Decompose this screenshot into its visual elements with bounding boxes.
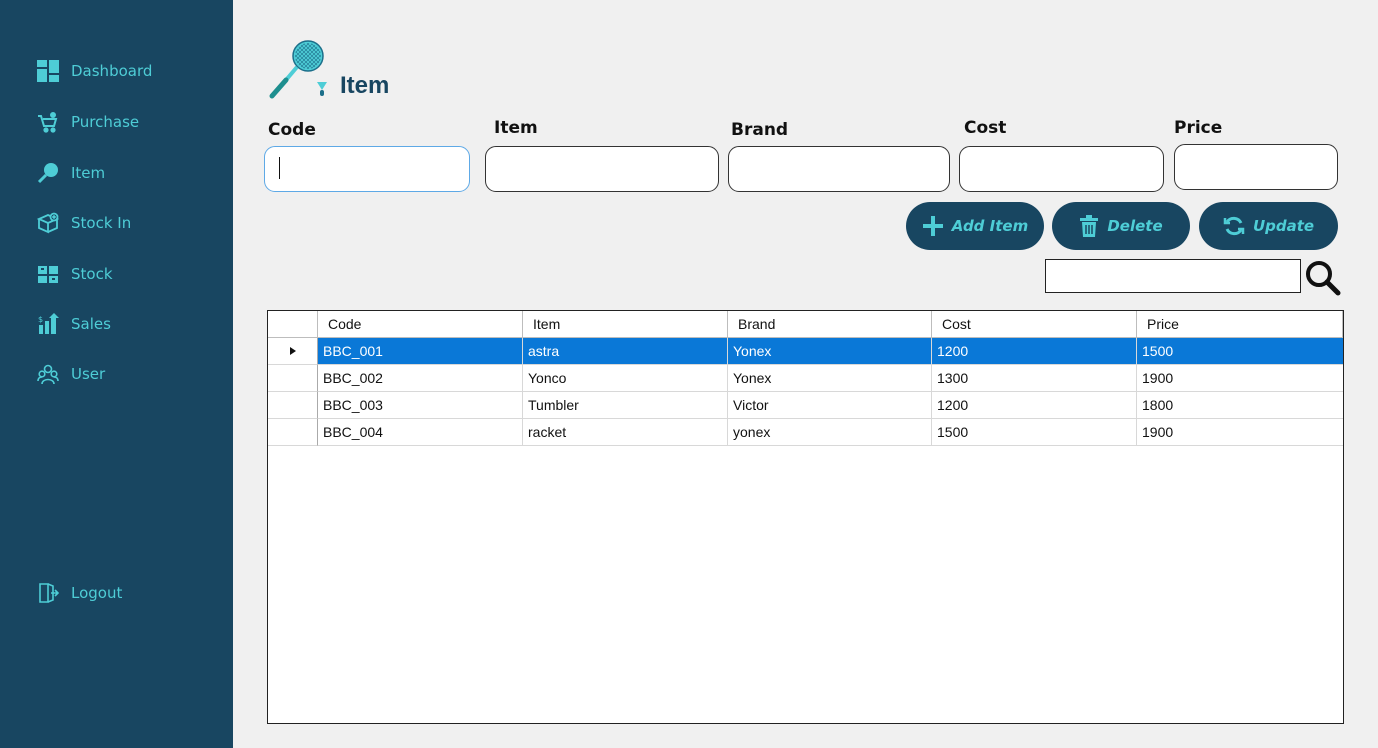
page-title: Item: [340, 72, 390, 99]
table-cell[interactable]: Tumbler: [523, 392, 728, 419]
warehouse-icon: [36, 262, 60, 286]
table-row[interactable]: BBC_001 astra Yonex 1200 1500: [268, 338, 1343, 365]
row-selector[interactable]: [268, 338, 318, 365]
trash-icon: [1079, 215, 1099, 237]
users-icon: [36, 362, 60, 386]
table-cell[interactable]: racket: [523, 419, 728, 446]
brand-label: Brand: [731, 120, 789, 140]
price-label: Price: [1174, 118, 1223, 138]
table-cell[interactable]: BBC_004: [318, 419, 523, 446]
table-cell[interactable]: Victor: [728, 392, 932, 419]
table-cell[interactable]: BBC_003: [318, 392, 523, 419]
price-field[interactable]: [1174, 144, 1338, 190]
table-cell[interactable]: 1500: [932, 419, 1137, 446]
column-header-item[interactable]: Item: [523, 311, 728, 338]
sales-chart-icon: $: [36, 312, 60, 336]
column-header-code[interactable]: Code: [318, 311, 523, 338]
table-row[interactable]: BBC_002 Yonco Yonex 1300 1900: [268, 365, 1343, 392]
table-header: Code Item Brand Cost Price: [268, 311, 1343, 338]
text-caret: [279, 157, 280, 179]
column-header-price[interactable]: Price: [1137, 311, 1343, 338]
cost-label: Cost: [964, 118, 1007, 138]
sidebar-item-label: Purchase: [71, 113, 140, 131]
racket-icon: [36, 161, 60, 185]
sidebar-item-dashboard[interactable]: Dashboard: [36, 59, 152, 83]
badminton-icon: [266, 38, 336, 106]
dashboard-icon: [36, 59, 60, 83]
table-cell[interactable]: Yonex: [728, 338, 932, 365]
cost-field[interactable]: [959, 146, 1164, 192]
code-label: Code: [268, 120, 316, 140]
box-icon: [36, 211, 60, 235]
sidebar-item-label: Stock In: [71, 214, 132, 232]
table-cell[interactable]: 1500: [1137, 338, 1343, 365]
add-item-label: Add Item: [951, 217, 1029, 235]
code-field[interactable]: [264, 146, 470, 192]
column-header-cost[interactable]: Cost: [932, 311, 1137, 338]
table-row[interactable]: BBC_003 Tumbler Victor 1200 1800: [268, 392, 1343, 419]
sidebar-item-stock-in[interactable]: Stock In: [36, 211, 131, 235]
sidebar-item-item[interactable]: Item: [36, 161, 105, 185]
logout-label: Logout: [71, 584, 123, 602]
logout-icon: [36, 581, 60, 605]
logout-button[interactable]: Logout: [36, 581, 122, 605]
update-label: Update: [1252, 217, 1315, 235]
brand-field[interactable]: [728, 146, 950, 192]
delete-button[interactable]: Delete: [1052, 202, 1190, 250]
table-cell[interactable]: 1800: [1137, 392, 1343, 419]
row-selector[interactable]: [268, 419, 318, 446]
table-cell[interactable]: Yonco: [523, 365, 728, 392]
sidebar-item-purchase[interactable]: Purchase: [36, 110, 139, 134]
item-field[interactable]: [485, 146, 719, 192]
row-pointer-icon: [289, 347, 296, 355]
column-header-brand[interactable]: Brand: [728, 311, 932, 338]
row-selector[interactable]: [268, 392, 318, 419]
update-button[interactable]: Update: [1199, 202, 1338, 250]
row-header-corner: [268, 311, 318, 338]
table-cell[interactable]: BBC_001: [318, 338, 523, 365]
plus-icon: [922, 215, 944, 237]
sidebar-item-label: Stock: [71, 265, 113, 283]
table-cell[interactable]: astra: [523, 338, 728, 365]
table-cell[interactable]: yonex: [728, 419, 932, 446]
table-cell[interactable]: BBC_002: [318, 365, 523, 392]
table-cell[interactable]: Yonex: [728, 365, 932, 392]
svg-text:$: $: [38, 315, 43, 324]
items-table[interactable]: Code Item Brand Cost Price BBC_001 astra…: [267, 310, 1344, 724]
table-cell[interactable]: 1900: [1137, 365, 1343, 392]
row-selector[interactable]: [268, 365, 318, 392]
table-cell[interactable]: 1300: [932, 365, 1137, 392]
add-item-button[interactable]: Add Item: [906, 202, 1044, 250]
search-input[interactable]: [1045, 259, 1301, 293]
sidebar-item-user[interactable]: User: [36, 362, 105, 386]
table-cell[interactable]: 1200: [932, 338, 1137, 365]
sidebar: Dashboard Purchase Item Stock In Stock $…: [0, 0, 233, 748]
table-cell[interactable]: 1200: [932, 392, 1137, 419]
sidebar-item-label: Dashboard: [71, 62, 153, 80]
sidebar-item-sales[interactable]: $ Sales: [36, 312, 111, 336]
item-label: Item: [494, 118, 538, 138]
sidebar-item-label: Sales: [71, 315, 111, 333]
delete-label: Delete: [1107, 217, 1163, 235]
table-cell[interactable]: 1900: [1137, 419, 1343, 446]
page-header: Item: [266, 38, 389, 106]
sidebar-item-label: Item: [71, 164, 106, 182]
cart-icon: [36, 110, 60, 134]
sidebar-item-stock[interactable]: Stock: [36, 262, 113, 286]
sidebar-item-label: User: [71, 365, 106, 383]
table-row[interactable]: BBC_004 racket yonex 1500 1900: [268, 419, 1343, 446]
search-icon[interactable]: [1303, 259, 1343, 297]
refresh-icon: [1223, 215, 1245, 237]
